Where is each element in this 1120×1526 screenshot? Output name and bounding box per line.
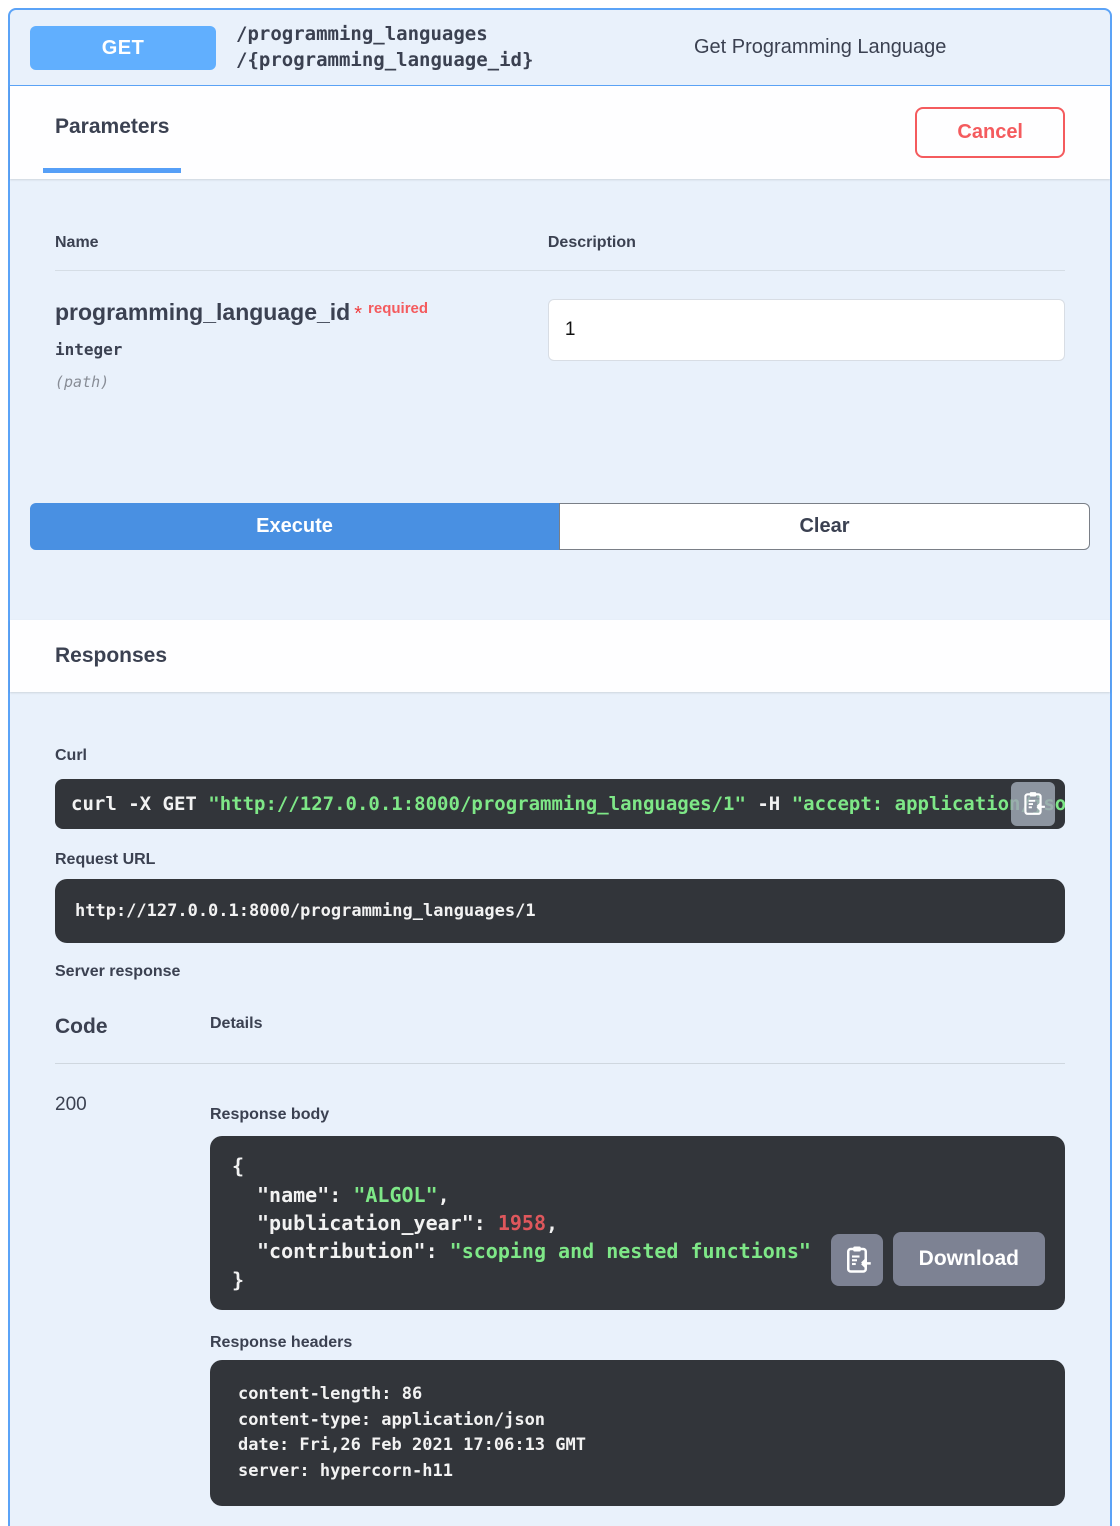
json-separator: : bbox=[329, 1183, 353, 1207]
json-open-brace: { bbox=[232, 1152, 1043, 1180]
json-string-value: "ALGOL" bbox=[353, 1183, 437, 1207]
http-method-badge: GET bbox=[30, 26, 216, 70]
parameter-name-line: programming_language_id* required bbox=[55, 299, 548, 326]
response-body-block: { "name": "ALGOL", "publication_year": 1… bbox=[210, 1136, 1065, 1310]
curl-label: Curl bbox=[55, 747, 1065, 765]
execute-wrapper: Execute Clear bbox=[10, 503, 1110, 550]
server-response-label: Server response bbox=[55, 963, 1065, 981]
operation-summary[interactable]: GET /programming_languages /{programming… bbox=[10, 10, 1110, 86]
curl-header-flag: -H bbox=[746, 793, 792, 815]
parameter-value-input[interactable] bbox=[548, 299, 1065, 361]
json-separator: : bbox=[474, 1211, 498, 1235]
request-url-value: http://127.0.0.1:8000/programming_langua… bbox=[55, 879, 1065, 943]
endpoint-path-line2: /{programming_language_id} bbox=[236, 48, 676, 74]
parameter-location: (path) bbox=[55, 373, 548, 391]
details-column-header: Details bbox=[210, 1015, 1065, 1039]
curl-url-string: "http://127.0.0.1:8000/programming_langu… bbox=[208, 793, 746, 815]
json-string-value: "scoping and nested functions" bbox=[450, 1239, 811, 1263]
required-label: required bbox=[368, 300, 428, 317]
json-key: "name" bbox=[257, 1183, 329, 1207]
json-separator: : bbox=[426, 1239, 450, 1263]
cancel-button[interactable]: Cancel bbox=[915, 107, 1065, 158]
json-key: "publication_year" bbox=[257, 1211, 474, 1235]
clear-button[interactable]: Clear bbox=[559, 503, 1090, 550]
tab-parameters[interactable]: Parameters bbox=[43, 86, 181, 173]
json-comma: , bbox=[546, 1211, 558, 1235]
response-header-line: content-length: 86 bbox=[238, 1382, 1037, 1408]
operation-block-get: GET /programming_languages /{programming… bbox=[8, 8, 1112, 1526]
copy-to-clipboard-button[interactable] bbox=[1011, 782, 1055, 826]
name-column-header: Name bbox=[55, 234, 548, 252]
copy-response-button[interactable] bbox=[831, 1234, 883, 1286]
response-details-cell: Response body { "name": "ALGOL", "public… bbox=[210, 1094, 1065, 1506]
json-key: "contribution" bbox=[257, 1239, 426, 1263]
responses-section-header: Responses bbox=[10, 620, 1110, 692]
endpoint-path: /programming_languages /{programming_lan… bbox=[236, 22, 676, 73]
responses-title: Responses bbox=[55, 644, 167, 668]
endpoint-path-line1: /programming_languages bbox=[236, 22, 676, 48]
parameters-title: Parameters bbox=[55, 115, 169, 139]
parameters-table-head: Name Description bbox=[55, 179, 1065, 271]
status-code: 200 bbox=[55, 1094, 210, 1506]
parameter-type: integer bbox=[55, 340, 548, 359]
parameter-name: programming_language_id bbox=[55, 299, 350, 325]
server-response-row: 200 Response body { "name": "ALGOL", "pu… bbox=[55, 1064, 1065, 1506]
code-column-header: Code bbox=[55, 1015, 210, 1039]
operation-description: Get Programming Language bbox=[676, 36, 1090, 59]
server-response-table-head: Code Details bbox=[55, 1015, 1065, 1064]
response-header-line: content-type: application/json bbox=[238, 1408, 1037, 1434]
curl-command-prefix: curl -X GET bbox=[71, 793, 208, 815]
json-line: "name": "ALGOL", bbox=[232, 1181, 1043, 1209]
json-number-value: 1958 bbox=[498, 1211, 546, 1235]
responses-body: Curl curl -X GET "http://127.0.0.1:8000/… bbox=[10, 747, 1110, 1526]
execute-button[interactable]: Execute bbox=[30, 503, 559, 550]
clipboard-copy-icon bbox=[1020, 790, 1046, 819]
clipboard-copy-icon bbox=[842, 1244, 872, 1277]
description-column-header: Description bbox=[548, 234, 1065, 252]
request-url-label: Request URL bbox=[55, 851, 1065, 869]
parameter-value-cell bbox=[548, 299, 1065, 391]
response-header-line: server: hypercorn-h11 bbox=[238, 1459, 1037, 1485]
parameters-body: Name Description programming_language_id… bbox=[10, 179, 1110, 391]
response-body-label: Response body bbox=[210, 1106, 1065, 1124]
parameter-row: programming_language_id* required integer… bbox=[55, 271, 1065, 391]
json-comma: , bbox=[438, 1183, 450, 1207]
parameters-section-header: Parameters Cancel bbox=[10, 86, 1110, 179]
download-button[interactable]: Download bbox=[893, 1232, 1045, 1286]
response-headers-block: content-length: 86 content-type: applica… bbox=[210, 1360, 1065, 1506]
required-asterisk: * bbox=[354, 303, 362, 325]
response-header-line: date: Fri,26 Feb 2021 17:06:13 GMT bbox=[238, 1433, 1037, 1459]
curl-command-block: curl -X GET "http://127.0.0.1:8000/progr… bbox=[55, 779, 1065, 829]
response-headers-label: Response headers bbox=[210, 1334, 1065, 1352]
parameter-meta: programming_language_id* required integer… bbox=[55, 299, 548, 391]
